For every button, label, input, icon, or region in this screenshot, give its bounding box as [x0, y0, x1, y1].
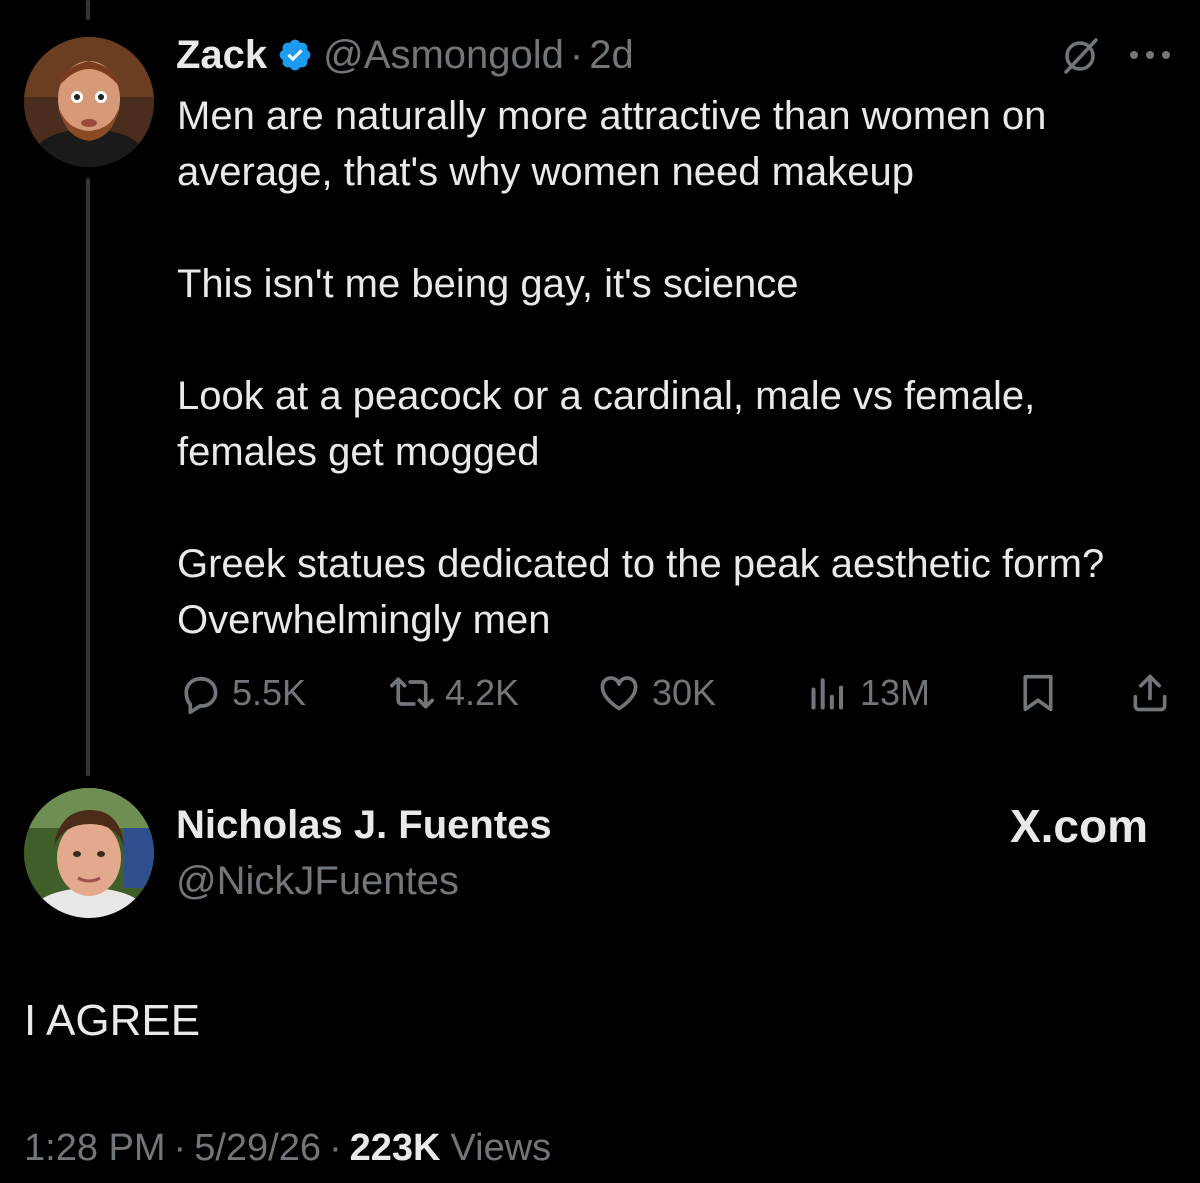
handle[interactable]: @NickJFuentes: [176, 856, 459, 906]
avatar[interactable]: [24, 37, 154, 167]
bookmark-icon: [1023, 674, 1053, 712]
tweet-paragraph: Look at a peacock or a cardinal, male vs…: [177, 374, 1036, 474]
more-icon[interactable]: [1128, 48, 1172, 66]
avatar-image: [24, 37, 154, 167]
reply-button[interactable]: 5.5K: [178, 668, 306, 718]
bookmark-button[interactable]: [1018, 668, 1058, 718]
avatar[interactable]: [24, 788, 154, 918]
timestamp[interactable]: 2d: [589, 33, 634, 78]
repost-button[interactable]: 4.2K: [385, 668, 519, 718]
handle[interactable]: @Asmongold: [323, 33, 564, 78]
tweet-meta: 1:28 PM · 5/29/26 · 223K Views: [24, 1122, 551, 1174]
share-button[interactable]: [1128, 668, 1172, 718]
reply-count: 5.5K: [232, 672, 307, 713]
display-name[interactable]: Zack: [176, 33, 267, 78]
views-count: 13M: [860, 672, 931, 713]
tweet-date[interactable]: 5/29/26: [194, 1122, 321, 1174]
tweet-time[interactable]: 1:28 PM: [24, 1122, 166, 1174]
separator: ·: [569, 32, 584, 77]
quoted-tweet-header: Zack @Asmongold · 2d: [176, 30, 634, 80]
tweet-paragraph: Men are naturally more attractive than w…: [177, 94, 1047, 194]
share-icon: [1133, 674, 1167, 712]
reply-icon: [184, 677, 218, 715]
grok-icon[interactable]: [1058, 34, 1102, 83]
like-icon: [600, 676, 638, 711]
verified-badge-icon: [277, 37, 313, 73]
separator: ·: [173, 1127, 187, 1169]
views-count: 223K: [349, 1127, 441, 1169]
quoted-tweet-text: Men are naturally more attractive than w…: [177, 88, 1157, 648]
watermark: X.com: [1009, 800, 1148, 852]
like-count: 30K: [652, 672, 717, 713]
separator: ·: [328, 1127, 342, 1169]
repost-icon: [390, 677, 434, 709]
views-button[interactable]: 13M: [806, 668, 930, 718]
views-label: Views: [450, 1127, 552, 1169]
like-button[interactable]: 30K: [596, 668, 716, 718]
views-icon: [811, 678, 844, 710]
thread-line: [86, 178, 90, 776]
tweet-text: I AGREE: [24, 996, 201, 1045]
thread-line-top: [86, 0, 90, 20]
repost-count: 4.2K: [445, 672, 520, 713]
tweet-paragraph: This isn't me being gay, it's science: [177, 262, 799, 306]
tweet-paragraph: Greek statues dedicated to the peak aest…: [177, 542, 1105, 642]
avatar-image: [24, 788, 154, 918]
display-name[interactable]: Nicholas J. Fuentes: [176, 800, 552, 850]
